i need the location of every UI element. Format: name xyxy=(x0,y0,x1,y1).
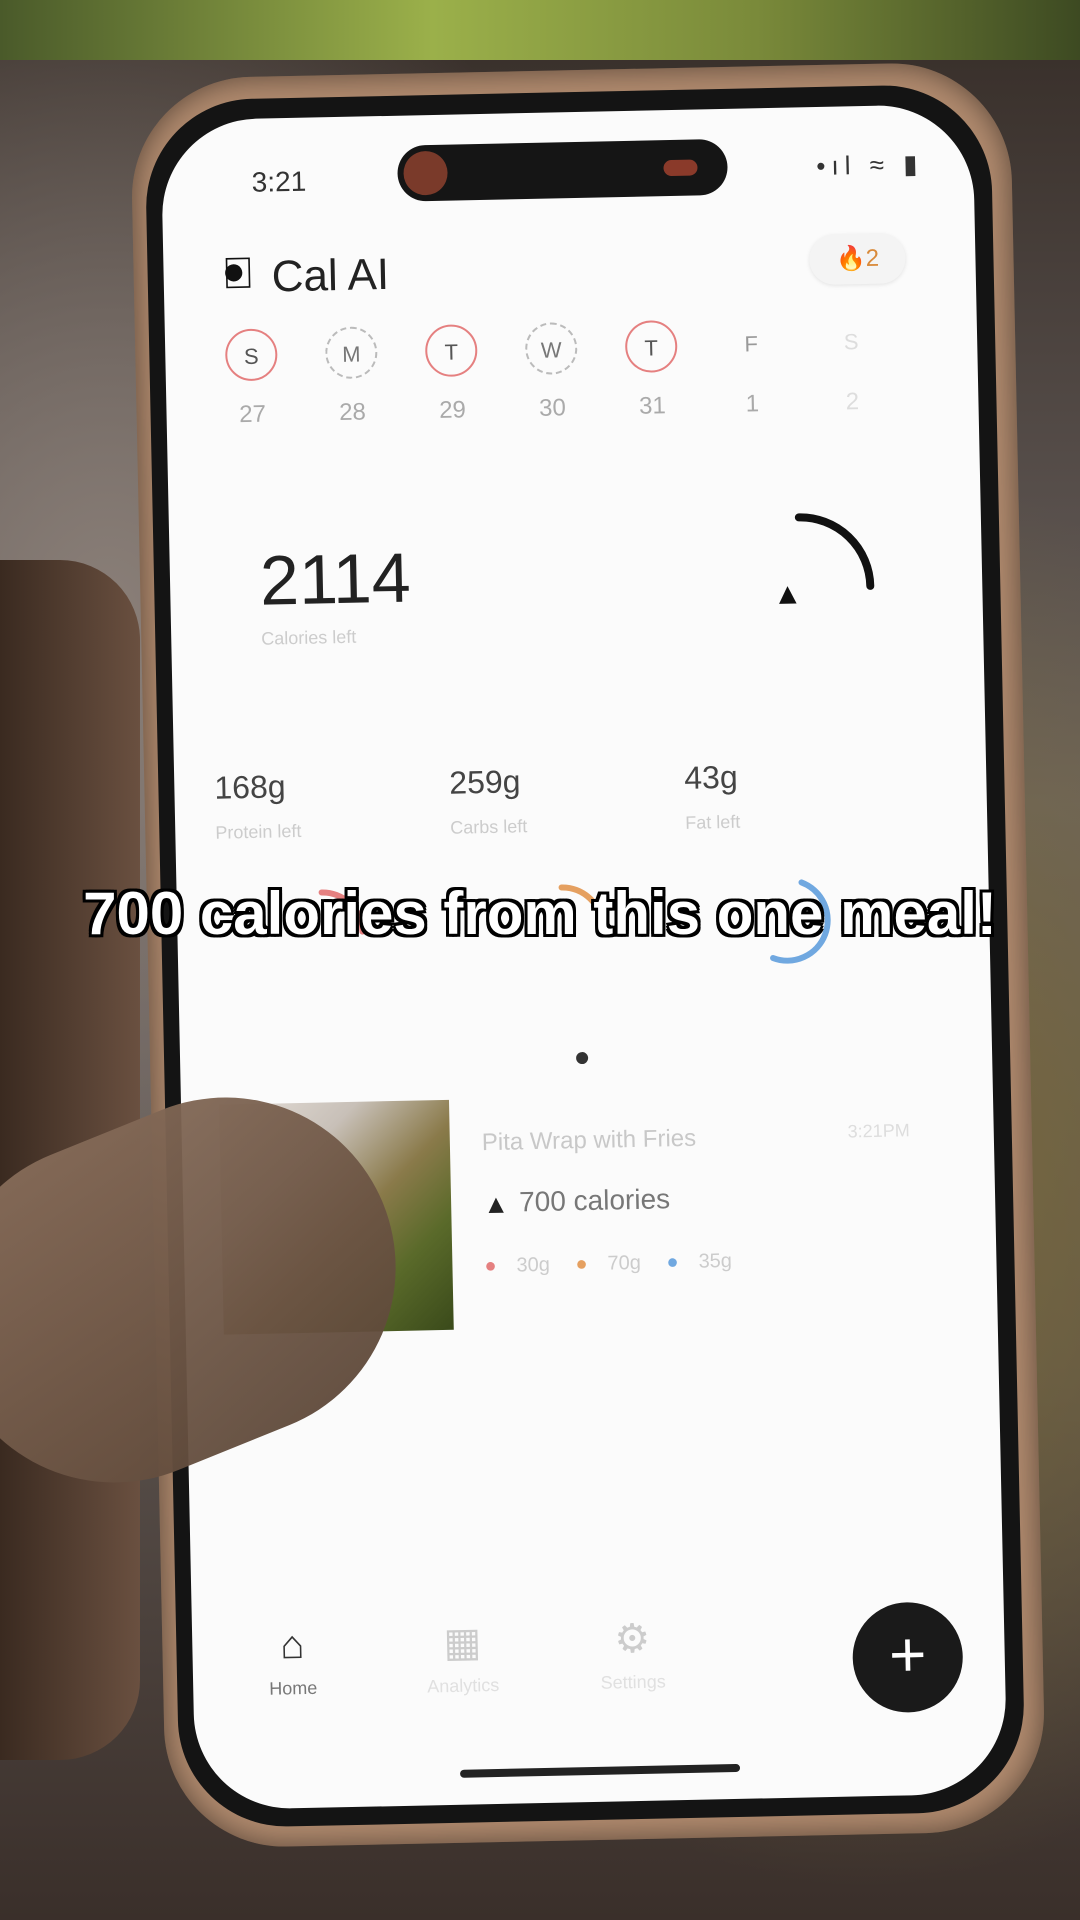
food-time: 3:21PM xyxy=(847,1120,910,1142)
tab-bar: ⌂ Home ▦ Analytics ⚙ Settings xyxy=(232,1615,694,1735)
day-letter: S xyxy=(224,328,278,382)
island-activity-icon xyxy=(403,150,449,196)
streak-badge[interactable]: 🔥2 xyxy=(808,233,906,286)
macro-carbs[interactable]: 259g Carbs left xyxy=(449,761,651,839)
food-name: Pita Wrap with Fries xyxy=(481,1124,697,1157)
food-protein: 30g xyxy=(516,1253,551,1277)
day-item[interactable]: T 29 xyxy=(411,324,493,426)
calories-left-label: Calories left xyxy=(261,626,357,649)
macro-protein[interactable]: 168g Protein left xyxy=(214,766,416,844)
tab-label: Settings xyxy=(600,1671,666,1693)
day-item[interactable]: T 31 xyxy=(611,319,693,422)
flame-icon: ▲ xyxy=(772,577,803,611)
day-number: 31 xyxy=(638,392,667,420)
food-carbs: 70g xyxy=(607,1251,642,1275)
day-letter: W xyxy=(524,322,578,376)
calories-left-value: 2114 xyxy=(259,538,412,620)
tab-label: Home xyxy=(269,1677,318,1699)
day-number: 28 xyxy=(338,398,367,427)
day-item[interactable]: S 27 xyxy=(211,328,293,430)
day-number: 30 xyxy=(538,394,567,422)
food-fat: 35g xyxy=(698,1249,733,1273)
status-icons: •ıl ≈ ▮ xyxy=(816,148,924,181)
macro-value: 259g xyxy=(448,763,521,801)
day-letter: S xyxy=(843,329,859,355)
calories-card[interactable]: 2114 Calories left ▲ xyxy=(218,475,922,690)
status-time: 3:21 xyxy=(251,165,307,198)
tab-label: Analytics xyxy=(427,1674,500,1697)
macros-row: 168g Protein left 259g Carbs left 43g Fa… xyxy=(214,755,936,964)
macro-label: Protein left xyxy=(215,820,302,843)
home-icon: ⌂ xyxy=(279,1623,305,1668)
flame-icon: ▲ xyxy=(482,1188,510,1220)
phone-screen: 3:21 •ıl ≈ ▮  ● Cal AI 🔥2 S 27 M 28 T 2… xyxy=(160,103,1008,1811)
tab-settings[interactable]: ⚙ Settings xyxy=(572,1615,694,1694)
chart-icon: ▦ xyxy=(442,1620,482,1666)
app-logo-icon: ● xyxy=(221,248,247,294)
day-letter: T xyxy=(624,319,678,373)
week-strip: S 27 M 28 T 29 W 30 T 31 F 1 S 2 xyxy=(211,315,933,450)
day-item[interactable]: S 2 xyxy=(811,315,893,417)
day-number: 29 xyxy=(438,396,467,424)
home-indicator[interactable] xyxy=(459,1763,741,1778)
dynamic-island xyxy=(396,138,729,202)
carbs-icon: ● xyxy=(575,1252,588,1276)
day-item[interactable]: W 30 xyxy=(511,322,593,424)
day-number: 27 xyxy=(238,400,267,429)
day-item[interactable]: M 28 xyxy=(311,326,393,428)
day-item[interactable]: F 1 xyxy=(711,318,793,420)
app-title: Cal AI xyxy=(271,249,390,302)
day-number: 1 xyxy=(745,390,760,418)
protein-icon: ● xyxy=(484,1254,497,1278)
background-top xyxy=(0,0,1080,60)
macro-label: Fat left xyxy=(685,811,741,833)
macro-fat[interactable]: 43g Fat left xyxy=(684,756,886,834)
day-letter: T xyxy=(424,324,478,378)
fat-icon: ● xyxy=(666,1251,679,1274)
food-macros: ● 30g ● 70g ● 35g xyxy=(484,1250,752,1279)
add-meal-button[interactable]: + xyxy=(851,1601,964,1714)
day-letter: F xyxy=(744,331,759,357)
day-number: 2 xyxy=(845,388,860,416)
food-calories: 700 calories xyxy=(518,1183,671,1218)
gear-icon: ⚙ xyxy=(613,1616,651,1662)
tab-home[interactable]: ⌂ Home xyxy=(232,1622,354,1700)
macro-label: Carbs left xyxy=(450,816,528,838)
day-letter: M xyxy=(324,326,378,380)
macro-value: 168g xyxy=(213,768,286,806)
macro-value: 43g xyxy=(683,758,739,796)
island-indicator-icon xyxy=(663,159,698,177)
tab-analytics[interactable]: ▦ Analytics xyxy=(402,1618,524,1697)
video-caption: 700 calories from this one meal! xyxy=(83,880,997,947)
page-indicator xyxy=(575,1051,589,1065)
